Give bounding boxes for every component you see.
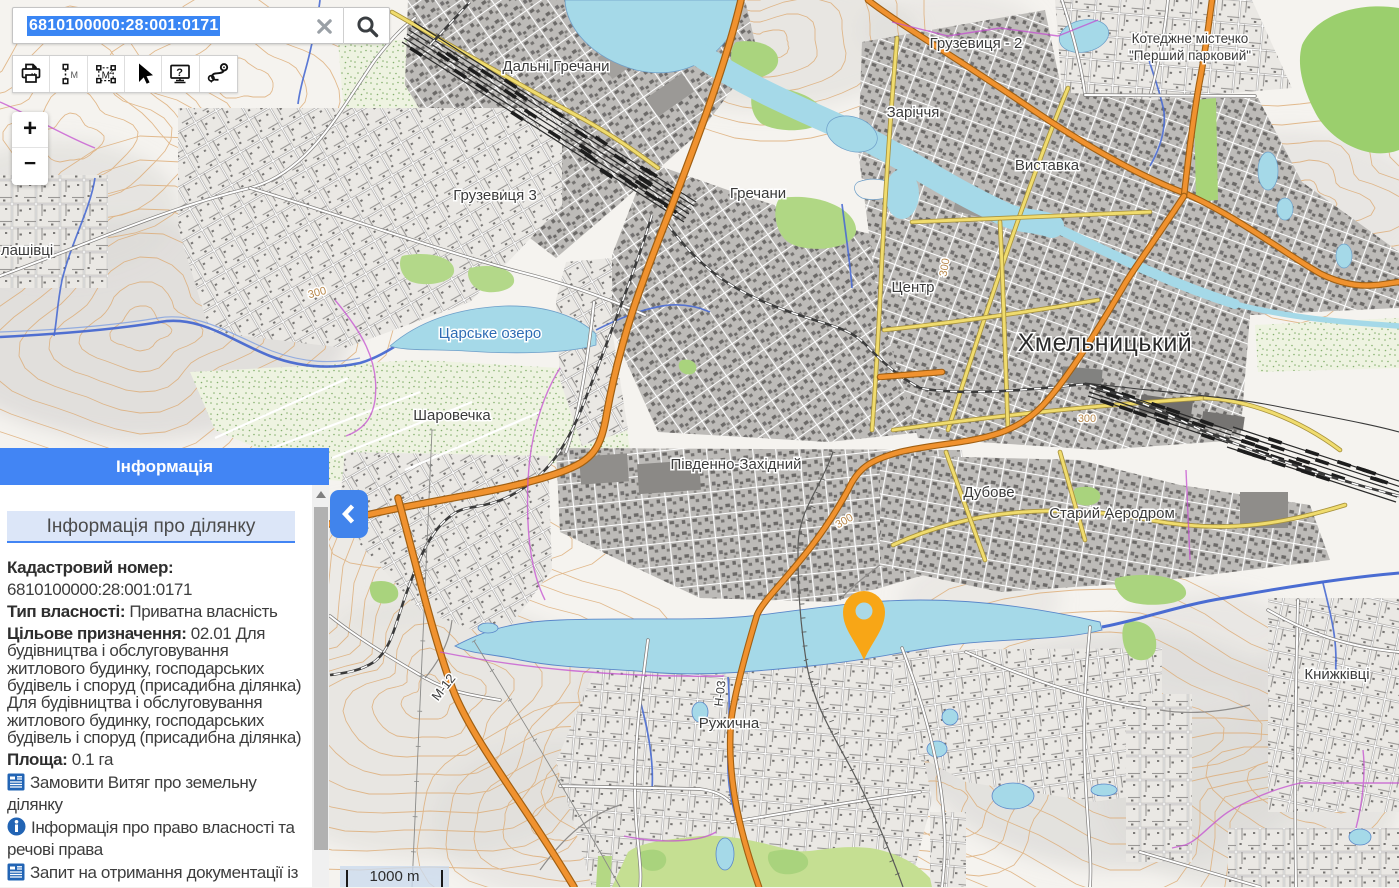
svg-text:300: 300 bbox=[1078, 413, 1096, 425]
svg-text:Хмельницький: Хмельницький bbox=[1018, 329, 1193, 357]
svg-text:Старий Аеродром: Старий Аеродром bbox=[1049, 505, 1175, 522]
svg-text:"Перший парковий": "Перший парковий" bbox=[1129, 48, 1251, 63]
svg-text:Грузевиця 3: Грузевиця 3 bbox=[453, 187, 537, 204]
svg-text:Царське озеро: Царське озеро bbox=[439, 325, 542, 342]
svg-text:лашівці: лашівці bbox=[1, 242, 53, 259]
svg-text:Виставка: Виставка bbox=[1015, 157, 1080, 174]
svg-text:Грузевиця - 2: Грузевиця - 2 bbox=[930, 35, 1023, 52]
svg-text:Книжківці: Книжківці bbox=[1304, 666, 1369, 683]
svg-text:Південно-Західний: Південно-Західний bbox=[671, 456, 802, 473]
svg-text:Дальні Гречани: Дальні Гречани bbox=[502, 58, 609, 75]
svg-text:Дубове: Дубове bbox=[963, 484, 1014, 501]
svg-text:Ружична: Ружична bbox=[699, 715, 760, 732]
svg-text:2: 2 bbox=[109, 69, 113, 76]
svg-text:Гречани: Гречани bbox=[730, 185, 786, 202]
svg-text:?: ? bbox=[177, 67, 184, 79]
svg-text:Заріччя: Заріччя bbox=[887, 104, 940, 121]
svg-text:Шаровечка: Шаровечка bbox=[413, 407, 491, 424]
svg-text:Котеджне містечко: Котеджне містечко bbox=[1132, 31, 1249, 46]
svg-text:M: M bbox=[71, 70, 79, 80]
svg-text:Центр: Центр bbox=[892, 279, 935, 296]
